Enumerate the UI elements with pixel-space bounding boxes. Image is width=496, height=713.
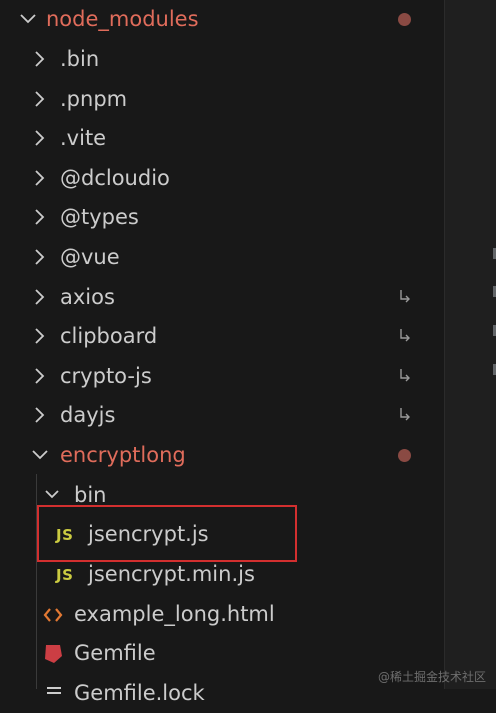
tree-item-dcloudio[interactable]: @dcloudio — [0, 159, 444, 198]
tree-item-pnpm[interactable]: .pnpm — [0, 80, 444, 119]
tree-item-clipboard[interactable]: clipboard — [0, 317, 444, 356]
chevron-right-icon[interactable] — [30, 48, 50, 70]
tree-item-label: crypto-js — [60, 364, 152, 388]
tree-item-label: node_modules — [46, 7, 199, 31]
chevron-right-icon[interactable] — [30, 325, 50, 347]
js-file-icon: JS — [56, 566, 74, 584]
watermark-text: @稀土掘金技术社区 — [377, 670, 486, 684]
tree-item-jsencrypt-js[interactable]: JS jsencrypt.js — [0, 515, 444, 554]
tree-item-bin[interactable]: .bin — [0, 40, 444, 79]
symlink-icon — [398, 288, 412, 306]
chevron-down-icon[interactable] — [42, 484, 62, 506]
tree-item-example-long-html[interactable]: example_long.html — [0, 595, 444, 634]
lock-file-icon — [46, 683, 68, 705]
tree-item-dayjs[interactable]: dayjs — [0, 396, 444, 435]
tree-item-encryptlong[interactable]: encryptlong — [0, 436, 444, 475]
tree-item-label: @dcloudio — [60, 166, 170, 190]
tree-item-crypto-js[interactable]: crypto-js — [0, 357, 444, 396]
chevron-right-icon[interactable] — [30, 127, 50, 149]
symlink-icon — [398, 367, 412, 385]
tree-item-bin-folder[interactable]: bin — [0, 476, 444, 515]
modified-dot-icon — [398, 449, 411, 462]
js-file-icon: JS — [56, 526, 74, 544]
tree-item-label: Gemfile — [74, 641, 156, 665]
tree-item-label: axios — [60, 285, 115, 309]
tree-item-label: .bin — [60, 47, 100, 71]
tree-item-node-modules[interactable]: node_modules — [0, 0, 444, 39]
tree-item-label: @vue — [60, 245, 120, 269]
tree-item-label: @types — [60, 205, 139, 229]
html-file-icon — [42, 604, 64, 626]
tree-item-label: .vite — [60, 126, 107, 150]
tree-item-label: bin — [74, 483, 107, 507]
tree-item-label: .pnpm — [60, 87, 128, 111]
tree-item-label: dayjs — [60, 403, 116, 427]
tree-item-jsencrypt-min-js[interactable]: JS jsencrypt.min.js — [0, 555, 444, 594]
tree-item-label: jsencrypt.js — [88, 522, 209, 546]
symlink-icon — [398, 406, 412, 424]
chevron-down-icon[interactable] — [30, 444, 50, 466]
tree-item-types[interactable]: @types — [0, 198, 444, 237]
chevron-right-icon[interactable] — [30, 206, 50, 228]
chevron-right-icon[interactable] — [30, 404, 50, 426]
tree-item-label: jsencrypt.min.js — [88, 562, 255, 586]
ruby-file-icon — [42, 643, 64, 665]
chevron-right-icon[interactable] — [30, 246, 50, 268]
chevron-right-icon[interactable] — [30, 167, 50, 189]
editor-area-edge — [444, 0, 496, 689]
tree-item-label: example_long.html — [74, 602, 275, 626]
chevron-down-icon[interactable] — [18, 8, 38, 30]
chevron-right-icon[interactable] — [30, 286, 50, 308]
file-explorer: node_modules .bin .pnpm .vite @dcloudio … — [0, 0, 444, 705]
modified-dot-icon — [398, 13, 411, 26]
tree-item-vite[interactable]: .vite — [0, 119, 444, 158]
tree-item-label: Gemfile.lock — [74, 681, 205, 705]
chevron-right-icon[interactable] — [30, 365, 50, 387]
tree-item-axios[interactable]: axios — [0, 278, 444, 317]
tree-item-vue[interactable]: @vue — [0, 238, 444, 277]
tree-item-label: clipboard — [60, 324, 158, 348]
tree-item-label: encryptlong — [60, 443, 186, 467]
symlink-icon — [398, 327, 412, 345]
chevron-right-icon[interactable] — [30, 88, 50, 110]
